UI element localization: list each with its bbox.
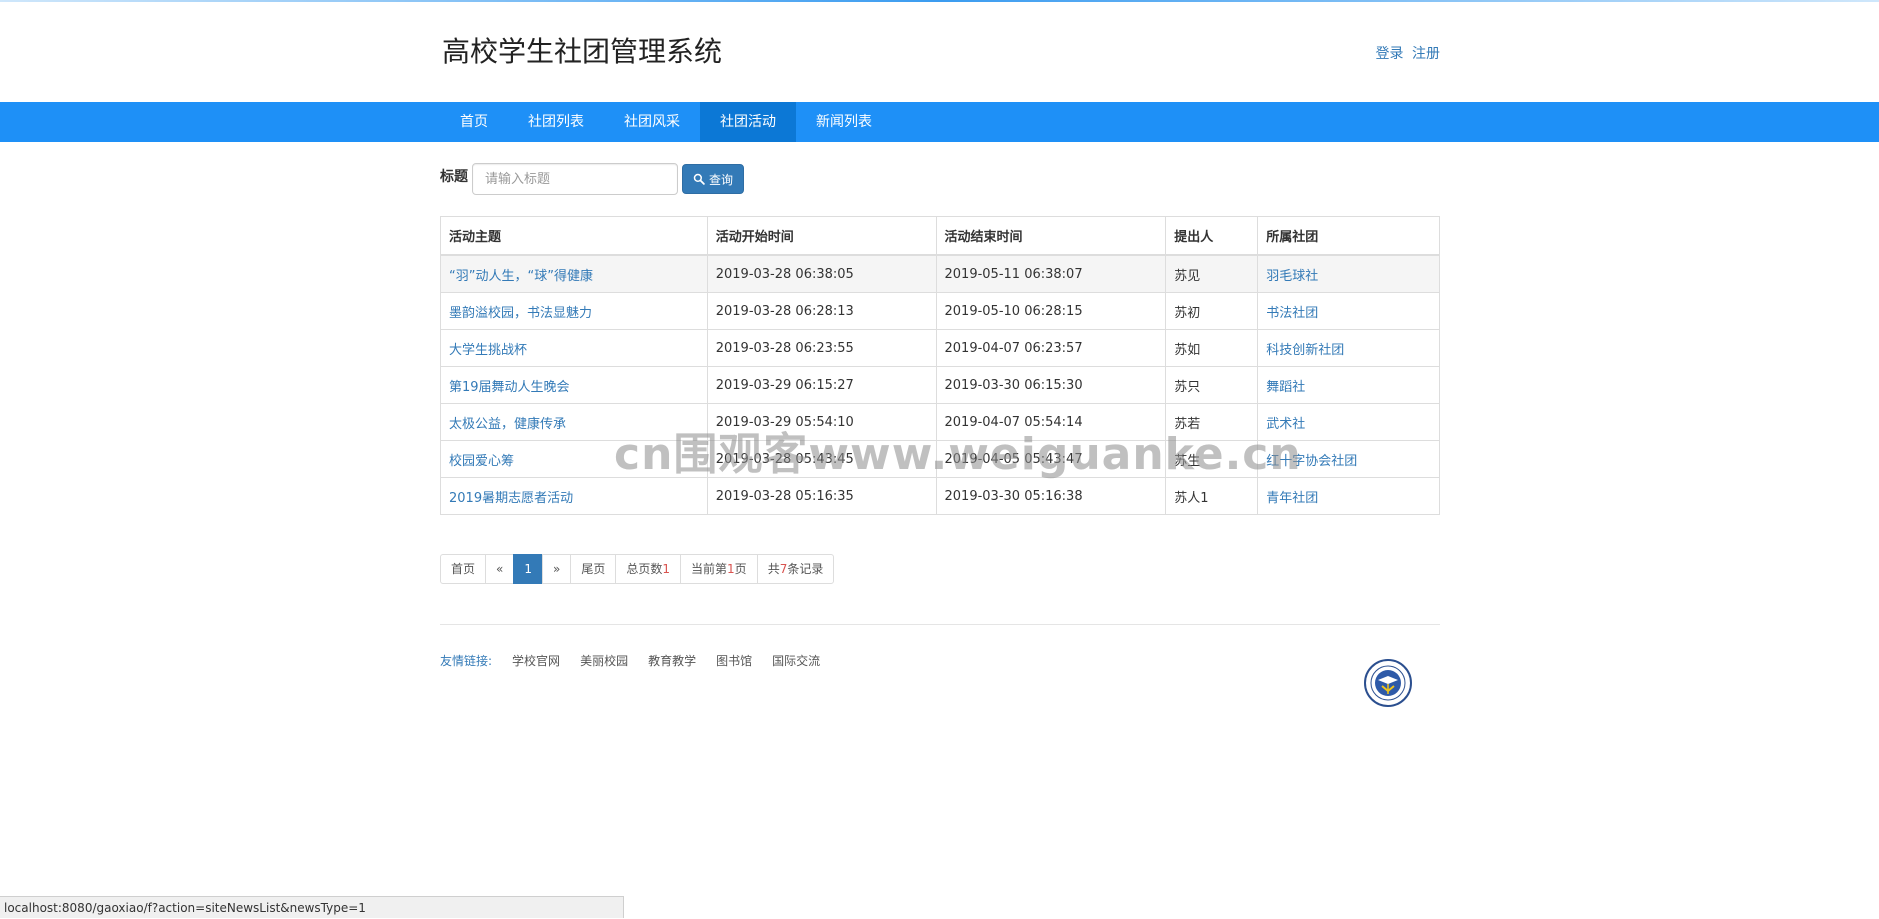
footer-divider	[440, 624, 1440, 625]
record-count-prefix: 共	[767, 562, 780, 576]
footer-link-library[interactable]: 图书馆	[716, 652, 752, 669]
activity-start-time: 2019-03-28 05:16:35	[706, 477, 937, 515]
nav-item-club-list[interactable]: 社团列表	[508, 102, 604, 142]
total-pages-value: 1	[662, 562, 671, 576]
activity-club-link[interactable]: 青年社团	[1266, 491, 1318, 506]
activity-proposer: 苏见	[1165, 254, 1259, 293]
activity-topic-link[interactable]: “羽”动人生，“球”得健康	[449, 269, 593, 284]
nav-item-club-activities[interactable]: 社团活动	[700, 102, 796, 142]
pager-first-button[interactable]: 首页	[440, 554, 487, 584]
table-row: 墨韵溢校园，书法显魅力 2019-03-28 06:28:13 2019-05-…	[440, 292, 1440, 330]
site-title: 高校学生社团管理系统	[442, 35, 723, 68]
activity-start-time: 2019-03-28 06:38:05	[706, 254, 937, 293]
pager-total-pages: 总页数1	[615, 554, 682, 584]
friendly-links-label: 友情链接:	[440, 654, 493, 668]
pager-prev-button[interactable]: «	[485, 554, 515, 584]
activity-topic-link[interactable]: 第19届舞动人生晚会	[449, 380, 570, 395]
footer-link-beautiful-campus[interactable]: 美丽校园	[580, 652, 628, 669]
activity-club-link[interactable]: 书法社团	[1266, 306, 1318, 321]
search-bar: 标题 查询	[440, 161, 1440, 197]
activity-club-link[interactable]: 羽毛球社	[1266, 269, 1318, 284]
pager-next-button[interactable]: »	[542, 554, 572, 584]
search-icon	[693, 173, 705, 185]
nav-item-news-list[interactable]: 新闻列表	[796, 102, 892, 142]
activity-topic-link[interactable]: 校园爱心筹	[449, 454, 514, 469]
activity-start-time: 2019-03-28 06:23:55	[706, 329, 937, 367]
activity-topic-link[interactable]: 太极公益，健康传承	[449, 417, 566, 432]
activity-topic-link[interactable]: 大学生挑战杯	[449, 343, 527, 358]
footer-links: 友情链接: 学校官网 美丽校园 教育教学 图书馆 国际交流	[440, 652, 1440, 669]
search-button-label: 查询	[709, 172, 734, 187]
activity-end-time: 2019-03-30 06:15:30	[935, 366, 1167, 404]
search-button[interactable]: 查询	[682, 164, 745, 194]
column-header-start-time: 活动开始时间	[706, 216, 937, 256]
column-header-club: 所属社团	[1257, 216, 1440, 256]
activity-club-link[interactable]: 科技创新社团	[1266, 343, 1344, 358]
title-search-input[interactable]	[472, 163, 678, 195]
pager-current-info: 当前第1页	[680, 554, 758, 584]
site-header: 高校学生社团管理系统 登录 注册	[440, 0, 1440, 102]
activity-topic-link[interactable]: 2019暑期志愿者活动	[449, 491, 573, 506]
nav-item-home[interactable]: 首页	[440, 102, 508, 142]
main-navbar: 首页 社团列表 社团风采 社团活动 新闻列表	[0, 102, 1879, 142]
register-link[interactable]: 注册	[1412, 46, 1440, 62]
activity-end-time: 2019-05-10 06:28:15	[935, 292, 1167, 330]
table-header-row: 活动主题 活动开始时间 活动结束时间 提出人 所属社团	[440, 216, 1440, 256]
table-row: “羽”动人生，“球”得健康 2019-03-28 06:38:05 2019-0…	[440, 254, 1440, 293]
footer-link-international[interactable]: 国际交流	[772, 652, 820, 669]
activity-proposer: 苏如	[1165, 329, 1259, 367]
pager-record-count: 共7条记录	[756, 554, 835, 584]
current-page-suffix: 页	[734, 562, 747, 576]
activity-proposer: 苏初	[1165, 292, 1259, 330]
column-header-topic: 活动主题	[440, 216, 708, 256]
column-header-end-time: 活动结束时间	[935, 216, 1167, 256]
activity-end-time: 2019-03-30 05:16:38	[935, 477, 1167, 515]
watermark-text: cn围观客www.weiguanke.cn	[614, 429, 1302, 480]
auth-links: 登录 注册	[1372, 43, 1440, 63]
nav-list: 首页 社团列表 社团风采 社团活动 新闻列表	[440, 102, 892, 142]
activity-club-link[interactable]: 舞蹈社	[1266, 380, 1305, 395]
search-label: 标题	[440, 169, 468, 185]
footer-link-education[interactable]: 教育教学	[648, 652, 696, 669]
login-link[interactable]: 登录	[1376, 46, 1404, 62]
pager-current-page[interactable]: 1	[513, 554, 543, 584]
activity-proposer: 苏人1	[1165, 477, 1259, 515]
footer-link-school-site[interactable]: 学校官网	[512, 652, 560, 669]
table-row: 大学生挑战杯 2019-03-28 06:23:55 2019-04-07 06…	[440, 329, 1440, 367]
nav-item-club-showcase[interactable]: 社团风采	[604, 102, 700, 142]
record-count-suffix: 条记录	[787, 562, 824, 576]
activity-end-time: 2019-04-07 06:23:57	[935, 329, 1167, 367]
total-pages-prefix: 总页数	[626, 562, 663, 576]
current-page-prefix: 当前第	[691, 562, 728, 576]
activity-start-time: 2019-03-28 06:28:13	[706, 292, 937, 330]
activity-topic-link[interactable]: 墨韵溢校园，书法显魅力	[449, 306, 592, 321]
activity-start-time: 2019-03-29 06:15:27	[706, 366, 937, 404]
browser-status-bar: localhost:8080/gaoxiao/f?action=siteNews…	[0, 896, 624, 918]
pagination: 首页 « 1 » 尾页 总页数1 当前第1页 共7条记录	[440, 554, 1440, 584]
activity-proposer: 苏只	[1165, 366, 1259, 404]
activity-end-time: 2019-05-11 06:38:07	[935, 254, 1167, 293]
table-row: 第19届舞动人生晚会 2019-03-29 06:15:27 2019-03-3…	[440, 366, 1440, 404]
current-page-value: 1	[727, 562, 735, 576]
column-header-proposer: 提出人	[1165, 216, 1259, 256]
school-emblem-icon	[1364, 659, 1412, 707]
table-row: 2019暑期志愿者活动 2019-03-28 05:16:35 2019-03-…	[440, 477, 1440, 515]
pager-last-button[interactable]: 尾页	[570, 554, 617, 584]
